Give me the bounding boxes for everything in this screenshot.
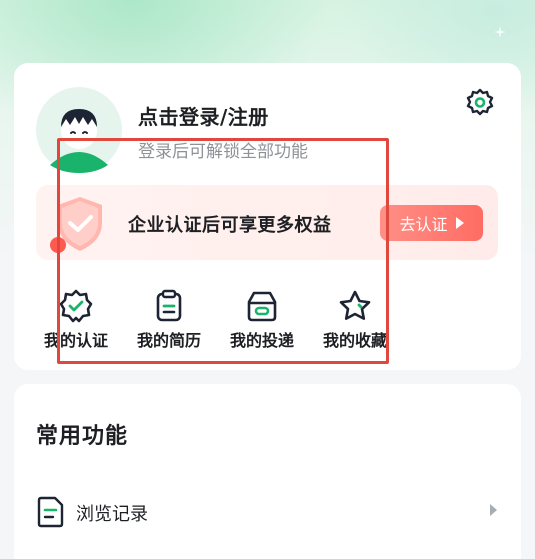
quick-action-label: 我的认证 — [43, 331, 108, 350]
document-icon — [37, 496, 64, 528]
play-arrow-icon — [455, 217, 464, 229]
go-certify-button[interactable]: 去认证 — [380, 205, 483, 241]
quick-action-my-favorites[interactable]: 我的收藏 — [313, 289, 397, 351]
certification-banner: 企业认证后可享更多权益 去认证 — [36, 185, 498, 260]
gear-icon[interactable] — [464, 87, 496, 119]
chevron-right-icon — [490, 504, 497, 516]
certification-text: 企业认证后可享更多权益 — [128, 215, 332, 236]
quick-action-label: 我的投递 — [229, 331, 294, 350]
default-avatar-icon[interactable] — [36, 87, 122, 173]
quick-action-my-resume[interactable]: 我的简历 — [127, 289, 211, 351]
browse-history-label: 浏览记录 — [76, 504, 148, 525]
common-features-card: 常用功能 浏览记录 — [14, 384, 521, 559]
quick-action-label: 我的简历 — [136, 331, 201, 350]
profile-card: 点击登录/注册 登录后可解锁全部功能 企业认证后可享更多权益 去认证 我的认证 — [14, 63, 521, 370]
shield-check-icon — [50, 197, 102, 253]
clipboard-icon — [156, 289, 182, 322]
quick-action-my-applications[interactable]: 我的投递 — [220, 289, 304, 351]
section-title: 常用功能 — [36, 424, 129, 449]
sparkle-icon — [494, 26, 506, 38]
login-subtitle: 登录后可解锁全部功能 — [138, 142, 308, 162]
go-certify-label: 去认证 — [399, 215, 448, 234]
quick-action-label: 我的收藏 — [322, 331, 387, 350]
quick-actions: 我的认证 我的简历 我的投递 我的收藏 — [34, 289, 406, 351]
login-title[interactable]: 点击登录/注册 — [138, 101, 269, 130]
box-icon — [247, 291, 277, 322]
quick-action-my-certification[interactable]: 我的认证 — [34, 289, 118, 351]
browse-history-item[interactable]: 浏览记录 — [36, 496, 499, 528]
badge-check-icon — [59, 289, 93, 323]
star-icon — [339, 290, 371, 320]
